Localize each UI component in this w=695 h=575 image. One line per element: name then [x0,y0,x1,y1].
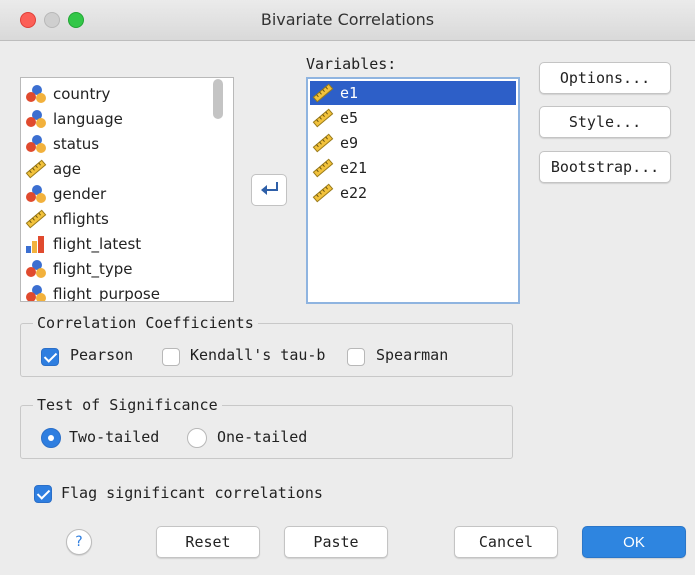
pearson-label: Pearson [70,346,134,364]
list-item[interactable]: language [25,107,123,131]
nominal-icon [25,134,47,154]
list-item-label: nflights [53,210,109,228]
scale-icon [312,183,334,203]
list-item-label: flight_latest [53,235,142,253]
list-item[interactable]: gender [25,182,106,206]
list-item-label: language [53,110,123,128]
pearson-checkbox[interactable] [41,348,59,366]
list-item-label: age [53,160,81,178]
list-item[interactable]: e5 [310,106,516,130]
help-button[interactable]: ? [66,529,92,555]
list-item[interactable]: status [25,132,99,156]
list-item[interactable]: flight_type [25,257,133,281]
list-item-label: e9 [340,134,359,152]
scale-icon [25,159,47,179]
list-item[interactable]: e1 [310,81,516,105]
scale-icon [312,83,334,103]
list-item[interactable]: flight_purpose [25,282,160,302]
cancel-button[interactable]: Cancel [454,526,558,558]
list-item[interactable]: country [25,82,110,106]
test-of-significance-title: Test of Significance [33,396,222,414]
list-item-label: e22 [340,184,368,202]
list-item-label: status [53,135,100,153]
variables-list[interactable]: e1 e5 e9 e21 e22 [306,77,520,304]
nominal-icon [25,84,47,104]
flag-significant-label: Flag significant correlations [61,484,323,502]
dialog-window: Bivariate Correlations country language … [0,0,695,575]
list-item[interactable]: nflights [25,207,109,231]
one-tailed-radio[interactable] [187,428,207,448]
source-list-scrollbar[interactable] [213,79,223,119]
paste-button[interactable]: Paste [284,526,388,558]
source-variable-list[interactable]: country language status age gender nflig… [20,77,234,302]
kendall-label: Kendall's tau-b [190,346,326,364]
list-item-label: flight_type [53,260,133,278]
help-icon: ? [75,534,83,550]
bootstrap-button[interactable]: Bootstrap... [539,151,671,183]
list-item[interactable]: age [25,157,81,181]
list-item[interactable]: e22 [310,181,516,205]
move-variables-button[interactable] [251,174,287,206]
reset-button[interactable]: Reset [156,526,260,558]
nominal-icon [25,259,47,279]
one-tailed-label: One-tailed [217,428,308,446]
two-tailed-radio[interactable] [41,428,61,448]
options-button[interactable]: Options... [539,62,671,94]
nominal-icon [25,284,47,301]
list-item-label: e5 [340,109,359,127]
list-item[interactable]: e21 [310,156,516,180]
list-item[interactable]: flight_latest [25,232,141,256]
scale-icon [25,209,47,229]
spearman-checkbox[interactable] [347,348,365,366]
list-item-label: country [53,85,111,103]
kendall-checkbox[interactable] [162,348,180,366]
scale-icon [312,158,334,178]
window-title: Bivariate Correlations [260,10,435,29]
list-item[interactable]: e9 [310,131,516,155]
list-item-label: e1 [340,84,359,102]
nominal-icon [25,109,47,129]
ok-button[interactable]: OK [582,526,686,558]
ordinal-icon [25,234,47,254]
variables-label: Variables: [306,55,397,73]
list-item-label: gender [53,185,107,203]
correlation-coefficients-title: Correlation Coefficients [33,314,258,332]
list-item-label: e21 [340,159,368,177]
spearman-label: Spearman [376,346,449,364]
two-tailed-label: Two-tailed [69,428,160,446]
list-item-label: flight_purpose [53,285,160,302]
title-bar: Bivariate Correlations [0,0,695,41]
style-button[interactable]: Style... [539,106,671,138]
scale-icon [312,108,334,128]
arrow-left-icon [259,180,279,200]
nominal-icon [25,184,47,204]
flag-significant-checkbox[interactable] [34,485,52,503]
scale-icon [312,133,334,153]
